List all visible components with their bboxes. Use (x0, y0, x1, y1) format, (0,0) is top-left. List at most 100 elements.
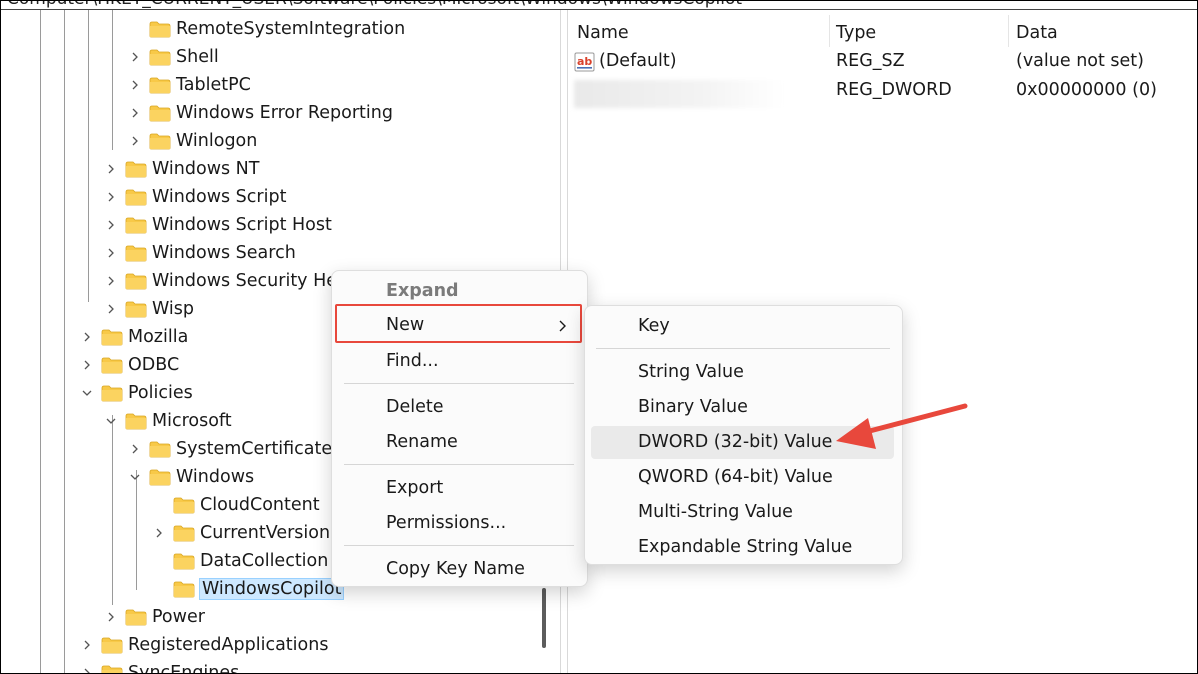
chevron-right-icon[interactable] (103, 603, 119, 631)
value-data: (value not set) (1016, 51, 1144, 71)
tree-node[interactable]: Windows Security Hea (103, 267, 348, 295)
chevron-down-icon[interactable] (127, 463, 143, 491)
folder-icon (149, 21, 171, 38)
tree-node[interactable]: Shell (127, 43, 219, 71)
chevron-down-icon[interactable] (79, 379, 95, 407)
folder-icon (149, 133, 171, 150)
menu-item-new[interactable]: New (338, 309, 581, 342)
submenu-item-multi-string-value[interactable]: Multi-String Value (591, 496, 894, 529)
submenu-item-key[interactable]: Key (591, 310, 894, 343)
chevron-right-icon[interactable] (127, 127, 143, 155)
tree-node[interactable]: Wisp (103, 295, 194, 323)
folder-icon (149, 77, 171, 94)
tree-node[interactable]: Power (103, 603, 205, 631)
submenu-item-dword-value[interactable]: DWORD (32-bit) Value (591, 426, 894, 459)
tree-node[interactable]: Windows Script (103, 183, 286, 211)
menu-item-expand: Expand (386, 281, 459, 301)
column-header-name[interactable]: Name (577, 19, 629, 47)
tree-node[interactable]: CloudContent (151, 491, 320, 519)
folder-icon (125, 189, 147, 206)
folder-icon (173, 581, 195, 598)
chevron-right-icon[interactable] (103, 239, 119, 267)
value-type: REG_SZ (836, 51, 905, 71)
menu-item-find[interactable]: Find... (338, 345, 581, 378)
column-header-divider[interactable] (1008, 15, 1009, 47)
tree-node-label: Windows Script (152, 187, 287, 207)
menu-item-export[interactable]: Export (338, 472, 581, 505)
value-row[interactable]: ab (Default) (574, 47, 677, 76)
tree-node[interactable]: RegisteredApplications (79, 631, 328, 659)
expander-placeholder (127, 15, 143, 43)
folder-icon (101, 357, 123, 374)
menu-separator (344, 464, 574, 465)
submenu-item-string-value[interactable]: String Value (591, 356, 894, 389)
menu-item-rename[interactable]: Rename (338, 426, 581, 459)
folder-icon (101, 329, 123, 346)
chevron-right-icon[interactable] (103, 267, 119, 295)
tree-node-label: Windows (176, 467, 255, 487)
tree-node[interactable]: SystemCertificates (127, 435, 341, 463)
chevron-right-icon[interactable] (79, 323, 95, 351)
key-context-menu: Expand New Find... Delete Rename Export … (331, 270, 588, 587)
tree-node[interactable]: Windows Search (103, 239, 296, 267)
tree-node[interactable]: CurrentVersion (151, 519, 330, 547)
chevron-right-icon[interactable] (103, 183, 119, 211)
column-header-data[interactable]: Data (1016, 19, 1058, 47)
tree-node-label: SyncEngines (128, 663, 240, 673)
tree-guide-line (40, 10, 41, 673)
chevron-down-icon[interactable] (103, 407, 119, 435)
chevron-right-icon[interactable] (103, 295, 119, 323)
redacted-value-name[interactable] (574, 80, 784, 108)
tree-node[interactable]: Mozilla (79, 323, 188, 351)
submenu-item-expandable-string-value[interactable]: Expandable String Value (591, 531, 894, 564)
chevron-right-icon[interactable] (127, 71, 143, 99)
chevron-right-icon[interactable] (127, 43, 143, 71)
tree-guide-line (88, 10, 89, 302)
tree-node[interactable]: ODBC (79, 351, 179, 379)
folder-icon (173, 525, 195, 542)
chevron-right-icon[interactable] (79, 631, 95, 659)
chevron-right-icon[interactable] (151, 519, 167, 547)
chevron-right-icon[interactable] (79, 659, 95, 673)
chevron-right-icon[interactable] (127, 435, 143, 463)
tree-scrollbar-thumb[interactable] (542, 588, 546, 648)
folder-icon (149, 105, 171, 122)
tree-node-label: SystemCertificates (176, 439, 342, 459)
chevron-right-icon[interactable] (127, 99, 143, 127)
menu-item-copy-key-name[interactable]: Copy Key Name (338, 553, 581, 586)
tree-node[interactable]: Windows Error Reporting (127, 99, 393, 127)
folder-icon (125, 161, 147, 178)
tree-node[interactable]: Microsoft (103, 407, 232, 435)
tree-node[interactable]: Windows NT (103, 155, 259, 183)
folder-icon (149, 469, 171, 486)
tree-node-label: Mozilla (128, 327, 189, 347)
column-header-type[interactable]: Type (836, 19, 876, 47)
tree-node[interactable]: DataCollection (151, 547, 328, 575)
chevron-right-icon[interactable] (79, 351, 95, 379)
submenu-item-binary-value[interactable]: Binary Value (591, 391, 894, 424)
folder-icon (125, 273, 147, 290)
address-bar[interactable]: Computer\HKEY_CURRENT_USER\Software\Poli… (7, 1, 742, 9)
new-submenu: Key String Value Binary Value DWORD (32-… (584, 305, 903, 565)
tree-node[interactable]: Windows (127, 463, 254, 491)
column-header-divider[interactable] (829, 15, 830, 47)
tree-node-label: Policies (128, 383, 193, 403)
folder-icon (173, 553, 195, 570)
menu-item-permissions[interactable]: Permissions... (338, 507, 581, 540)
tree-node[interactable]: SyncEngines (79, 659, 239, 673)
tree-node[interactable]: Winlogon (127, 127, 257, 155)
tree-node-label: Microsoft (152, 411, 232, 431)
menu-item-delete[interactable]: Delete (338, 391, 581, 424)
tree-node-label: RegisteredApplications (128, 635, 329, 655)
folder-icon (173, 497, 195, 514)
chevron-right-icon[interactable] (103, 155, 119, 183)
tree-node[interactable]: Policies (79, 379, 193, 407)
menu-separator (344, 545, 574, 546)
submenu-item-qword-value[interactable]: QWORD (64-bit) Value (591, 461, 894, 494)
tree-node[interactable]: Windows Script Host (103, 211, 332, 239)
chevron-right-icon[interactable] (103, 211, 119, 239)
tree-node-label: CloudContent (200, 495, 320, 515)
tree-node[interactable]: WindowsCopilot (151, 575, 345, 603)
tree-node[interactable]: TabletPC (127, 71, 251, 99)
tree-node[interactable]: RemoteSystemIntegration (127, 15, 405, 43)
